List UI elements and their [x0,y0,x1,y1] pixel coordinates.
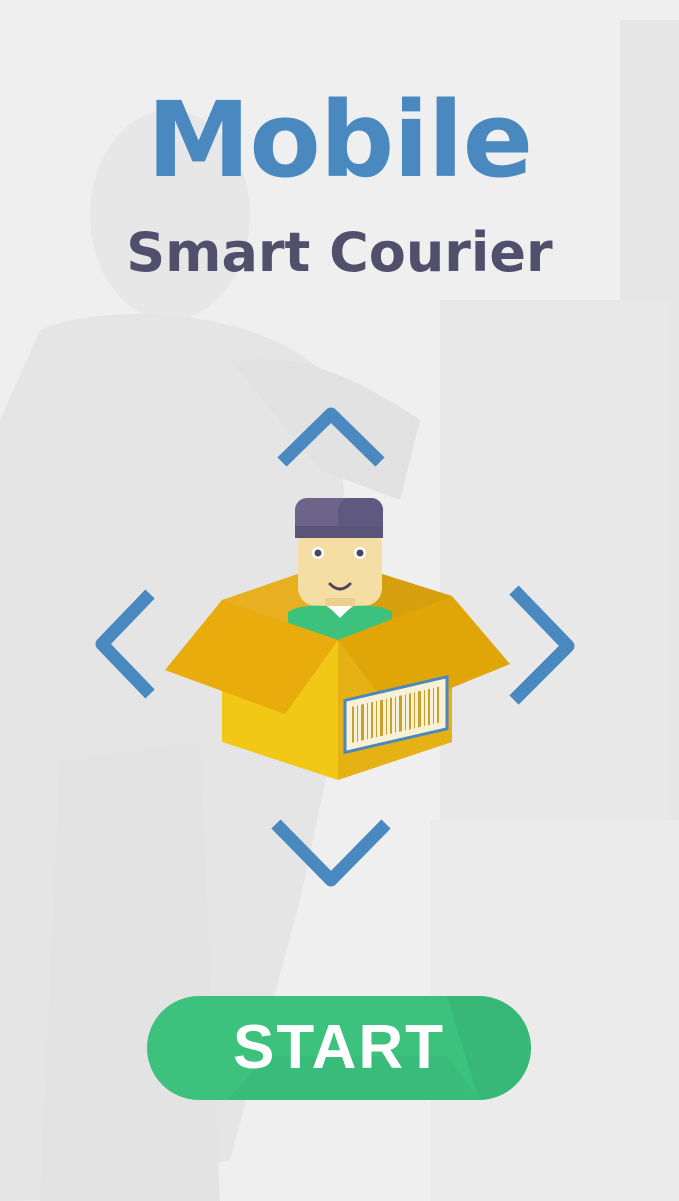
chevron-left-icon[interactable] [88,586,160,702]
app-title: Mobile [146,79,533,201]
chevron-up-icon[interactable] [272,400,390,472]
splash-screen: Mobile Smart Courier START [0,0,679,1201]
start-button-label: START [232,1013,446,1082]
courier-in-box-illustration [165,498,510,780]
start-button[interactable]: START [147,996,531,1100]
chevron-down-icon[interactable] [266,812,396,894]
app-subtitle: Smart Courier [126,221,553,284]
